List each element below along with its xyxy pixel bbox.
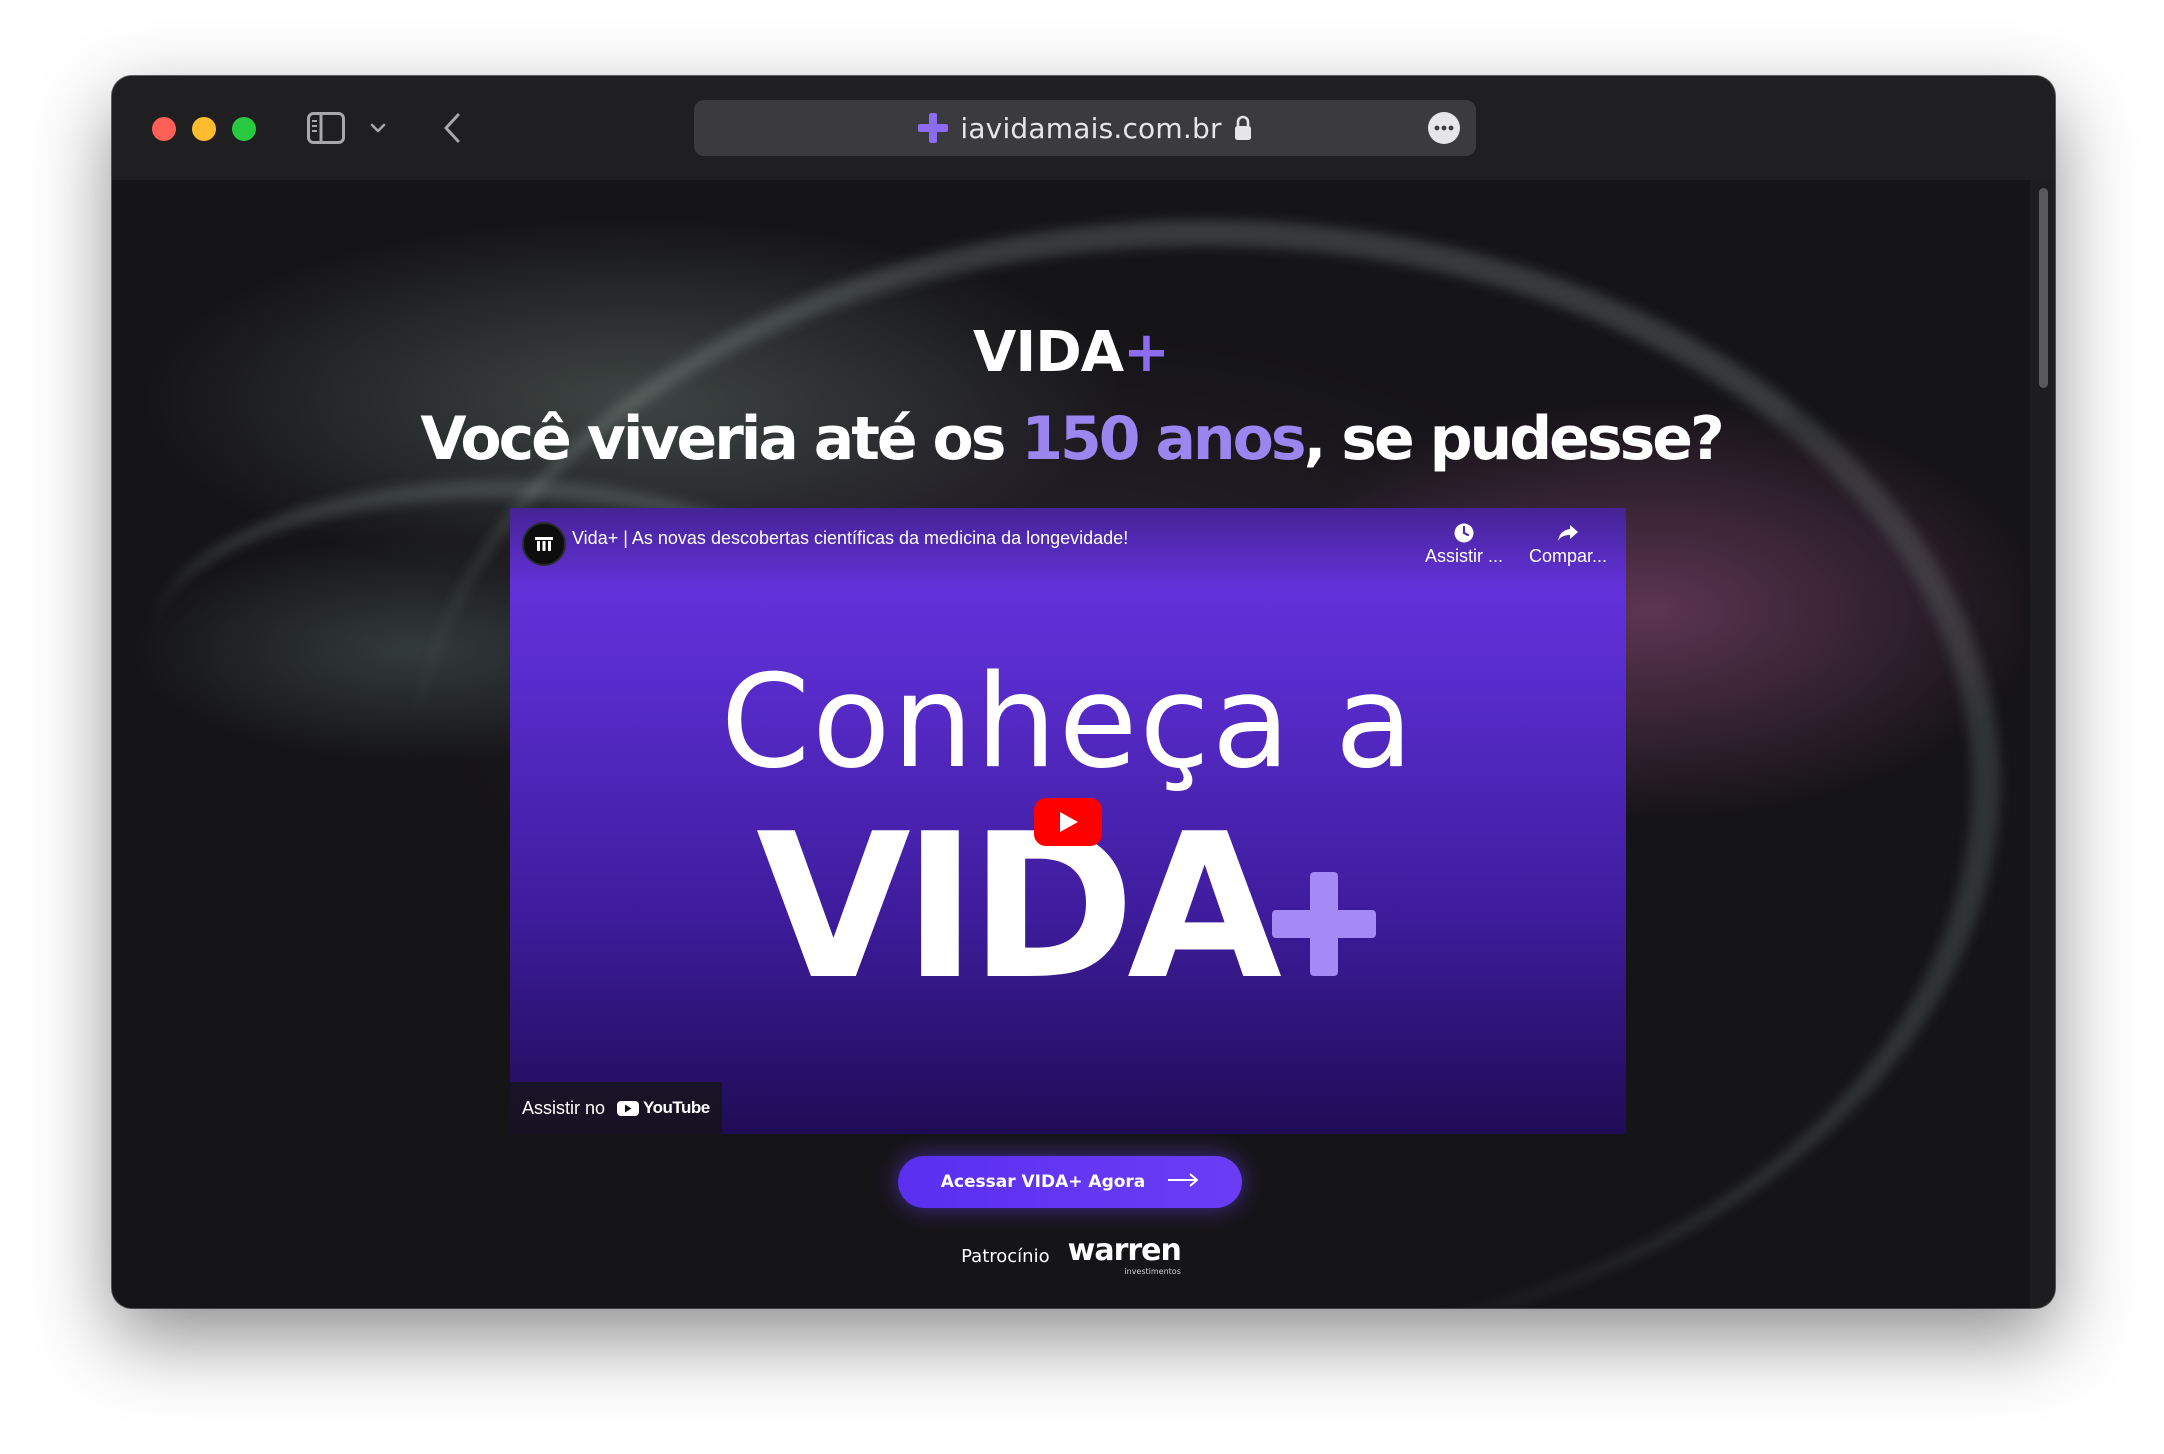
url-text: iavidamais.com.br <box>960 111 1222 145</box>
close-window-button[interactable] <box>152 117 176 141</box>
headline-highlight: 150 anos <box>1021 404 1306 474</box>
share-label: Compar... <box>1528 546 1608 566</box>
watch-on-youtube-button[interactable]: Assistir no YouTube <box>510 1082 722 1134</box>
share-icon <box>1518 520 1618 546</box>
sponsor-block: Patrocínio warren investimentos <box>112 1233 2030 1277</box>
brand-text: VIDA <box>973 320 1124 385</box>
warren-subtitle: investimentos <box>1124 1267 1181 1276</box>
cta-label: Acessar VIDA+ Agora <box>940 1172 1146 1192</box>
browser-window: iavidamais.com.br VIDA+ Você viveria até… <box>112 76 2055 1308</box>
lock-icon <box>1234 115 1252 141</box>
sidebar-toggle-icon[interactable] <box>306 110 346 146</box>
page-viewport: VIDA+ Você viveria até os 150 anos, se p… <box>112 180 2030 1308</box>
play-button-icon[interactable] <box>1034 798 1102 846</box>
watch-on-label: Assistir no <box>522 1097 606 1118</box>
video-title[interactable]: Vida+ | As novas descobertas científicas… <box>572 528 1128 549</box>
scrollbar[interactable] <box>2030 180 2055 1308</box>
headline-end: , se pudesse? <box>1303 404 1725 474</box>
warren-wordmark: warren <box>1067 1233 1182 1268</box>
youtube-logo: YouTube <box>617 1098 710 1118</box>
zoom-window-button[interactable] <box>232 117 256 141</box>
scrollbar-thumb[interactable] <box>2039 188 2048 388</box>
access-vida-button[interactable]: Acessar VIDA+ Agora <box>898 1156 1242 1208</box>
chevron-down-icon[interactable] <box>366 116 390 140</box>
video-player[interactable]: Vida+ | As novas descobertas científicas… <box>510 508 1626 1134</box>
sponsor-label: Patrocínio <box>961 1245 1050 1267</box>
browser-toolbar: iavidamais.com.br <box>112 76 2055 180</box>
warren-logo[interactable]: warren investimentos <box>1067 1233 1182 1277</box>
minimize-window-button[interactable] <box>192 117 216 141</box>
brand-logo: VIDA+ <box>112 320 2030 385</box>
more-options-icon[interactable] <box>1428 112 1460 144</box>
thumbnail-line-2: VIDA <box>756 791 1282 1024</box>
thumbnail-plus-icon <box>1272 872 1376 976</box>
arrow-right-icon <box>1167 1172 1199 1192</box>
share-button[interactable]: Compar... <box>1518 520 1618 567</box>
watch-later-label: Assistir ... <box>1424 546 1503 566</box>
back-arrow-icon[interactable] <box>437 110 467 146</box>
thumbnail-line-1: Conheça a <box>720 648 1416 797</box>
brand-plus: + <box>1123 320 1170 385</box>
youtube-wordmark: YouTube <box>643 1098 710 1117</box>
page-headline: Você viveria até os 150 anos, se pudesse… <box>112 404 2030 474</box>
headline-start: Você viveria até os <box>420 404 1022 474</box>
plus-icon <box>918 113 949 143</box>
youtube-icon <box>617 1100 640 1116</box>
watch-later-button[interactable]: Assistir ... <box>1414 520 1514 567</box>
clock-icon <box>1414 520 1514 546</box>
channel-avatar[interactable] <box>522 522 566 566</box>
address-bar[interactable]: iavidamais.com.br <box>694 100 1476 156</box>
